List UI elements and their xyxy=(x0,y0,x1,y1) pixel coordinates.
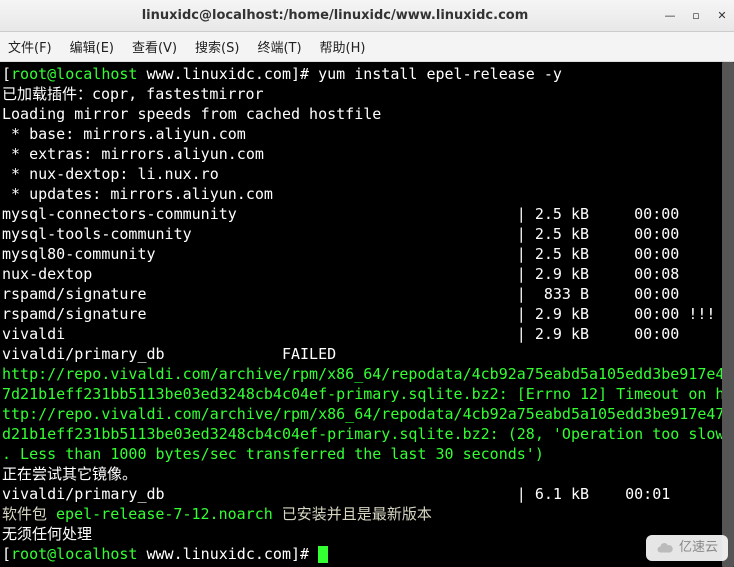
terminal-viewport[interactable]: [root@localhost www.linuxidc.com]# yum i… xyxy=(0,62,734,567)
repo-row: mysql80-community | 2.5 kB 00:00 xyxy=(2,244,730,264)
pkg-status: 已安装并且是最新版本 xyxy=(273,505,432,523)
repo-row: rspamd/signature | 2.9 kB 00:00 !!! xyxy=(2,304,730,324)
output-url: http://repo.vivaldi.com/archive/rpm/x86_… xyxy=(2,364,730,384)
scrollbar-thumb[interactable] xyxy=(722,62,734,567)
window-titlebar: linuxidc@localhost:/home/linuxidc/www.li… xyxy=(0,0,734,32)
command-text: yum install epel-release -y xyxy=(318,65,562,83)
repo-row: nux-dextop | 2.9 kB 00:08 xyxy=(2,264,730,284)
prompt-close: ]# xyxy=(291,65,318,83)
cloud-icon xyxy=(656,539,674,557)
output-updates: * updates: mirrors.aliyun.com xyxy=(2,184,730,204)
output-extras: * extras: mirrors.aliyun.com xyxy=(2,144,730,164)
repo-row: rspamd/signature | 833 B 00:00 xyxy=(2,284,730,304)
menu-terminal[interactable]: 终端(T) xyxy=(255,33,303,60)
prompt-bracket: [ xyxy=(2,545,11,563)
pkg-label: 软件包 xyxy=(2,505,56,523)
pkg-name: epel-release-7-12.noarch xyxy=(56,505,273,523)
prompt-bracket: [ xyxy=(2,65,11,83)
output-loading: Loading mirror speeds from cached hostfi… xyxy=(2,104,730,124)
prompt-close: ]# xyxy=(291,545,318,563)
prompt-path: www.linuxidc.com xyxy=(137,545,291,563)
watermark-text: 亿速云 xyxy=(679,538,718,558)
output-plugins: 已加载插件：copr, fastestmirror xyxy=(2,84,730,104)
output-url: . Less than 1000 bytes/sec transferred t… xyxy=(2,444,730,464)
watermark-badge: 亿速云 xyxy=(646,535,728,561)
window-controls: — ▫ ✕ xyxy=(664,10,728,22)
repo-row: mysql-tools-community | 2.5 kB 00:00 xyxy=(2,224,730,244)
minimize-button[interactable]: — xyxy=(664,10,676,22)
menu-file[interactable]: 文件(F) xyxy=(6,33,54,60)
prompt-user: root@localhost xyxy=(11,65,137,83)
prompt-user: root@localhost xyxy=(11,545,137,563)
menu-edit[interactable]: 编辑(E) xyxy=(68,33,116,60)
repo-row: vivaldi/primary_db | 6.1 kB 00:01 xyxy=(2,484,730,504)
repo-row: vivaldi | 2.9 kB 00:00 xyxy=(2,324,730,344)
output-base: * base: mirrors.aliyun.com xyxy=(2,124,730,144)
window-title: linuxidc@localhost:/home/linuxidc/www.li… xyxy=(6,8,664,23)
repo-row: mysql-connectors-community | 2.5 kB 00:0… xyxy=(2,204,730,224)
cursor xyxy=(318,546,328,563)
menu-bar: 文件(F) 编辑(E) 查看(V) 搜索(S) 终端(T) 帮助(H) xyxy=(0,32,734,62)
output-url: d21b1eff231bb5113be03ed3248cb4c04ef-prim… xyxy=(2,424,730,444)
output-failed: vivaldi/primary_db FAILED xyxy=(2,344,730,364)
maximize-button[interactable]: ▫ xyxy=(690,10,702,22)
output-url: ttp://repo.vivaldi.com/archive/rpm/x86_6… xyxy=(2,404,730,424)
menu-search[interactable]: 搜索(S) xyxy=(193,33,241,60)
output-retry: 正在尝试其它镜像。 xyxy=(2,464,730,484)
output-url: 7d21b1eff231bb5113be03ed3248cb4c04ef-pri… xyxy=(2,384,730,404)
output-nothing: 无须任何处理 xyxy=(2,524,730,544)
menu-view[interactable]: 查看(V) xyxy=(130,33,179,60)
output-nux: * nux-dextop: li.nux.ro xyxy=(2,164,730,184)
prompt-path: www.linuxidc.com xyxy=(137,65,291,83)
menu-help[interactable]: 帮助(H) xyxy=(318,33,368,60)
close-button[interactable]: ✕ xyxy=(716,10,728,22)
scrollbar[interactable] xyxy=(722,62,734,567)
